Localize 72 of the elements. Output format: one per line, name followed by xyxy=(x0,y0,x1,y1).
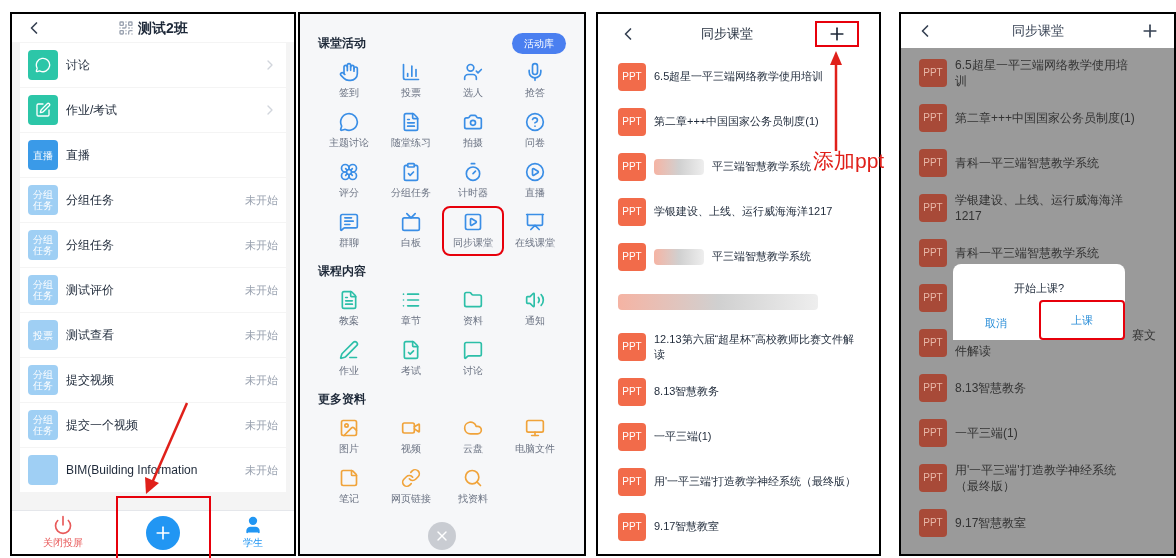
row-label: 测试查看 xyxy=(66,327,115,344)
screen-title: 同步课堂 xyxy=(699,25,754,44)
file-name: 平三端智慧教学系统 xyxy=(712,159,811,174)
file-name: 青科一平三端智慧教学系统 xyxy=(955,244,1100,261)
ppt-badge: PPT xyxy=(618,467,646,496)
section-title: 课程内容 xyxy=(318,263,366,280)
ppt-badge: PPT xyxy=(618,152,646,181)
ppt-badge: PPT xyxy=(618,377,646,406)
type-badge: 分组任务 xyxy=(28,365,58,395)
row-label: 测试评价 xyxy=(66,282,115,299)
ppt-badge: PPT xyxy=(919,373,947,402)
file-name: 6.5超星一平三端网络教学使用培训 xyxy=(654,69,824,84)
file-name: 第二章+++中国国家公务员制度(1) xyxy=(654,114,819,129)
ppt-badge: PPT xyxy=(618,422,646,451)
type-badge: 分组任务 xyxy=(28,185,58,215)
ppt-badge: PPT xyxy=(618,512,646,541)
ppt-badge: PPT xyxy=(919,508,947,537)
type-badge: 分组任务 xyxy=(28,230,58,260)
file-name: 青科一平三端智慧教学系统 xyxy=(955,154,1100,171)
file-name: 学银建设、上线、运行威海海洋1217 xyxy=(955,191,1124,224)
screen-title: 测试2班 xyxy=(138,18,188,38)
type-badge: 分组任务 xyxy=(28,275,58,305)
type-badge: 分组任务 xyxy=(28,410,58,440)
status-text: 未开始 xyxy=(245,237,278,253)
section-title: 课堂活动 xyxy=(318,35,366,52)
file-name: 8.13智慧教务 xyxy=(955,379,1028,396)
ppt-badge: PPT xyxy=(618,332,646,361)
status-text: 未开始 xyxy=(245,327,278,343)
row-label: 讨论 xyxy=(66,57,91,74)
section-title: 更多资料 xyxy=(318,391,366,408)
status-text: 未开始 xyxy=(245,192,278,208)
file-name: 一平三端(1) xyxy=(955,424,1019,441)
ppt-badge: PPT xyxy=(618,242,646,271)
dialog-message: 开始上课? xyxy=(1012,281,1066,296)
ppt-badge: PPT xyxy=(919,238,947,267)
ppt-badge: PPT xyxy=(919,328,947,357)
ppt-badge: PPT xyxy=(919,283,947,312)
row-label: 提交一个视频 xyxy=(66,417,139,434)
ppt-badge: PPT xyxy=(919,58,947,87)
file-name: 平三端智慧教学系统 xyxy=(712,249,811,264)
row-label: 作业/考试 xyxy=(66,102,119,119)
file-name: 12.13第六届“超星杯”高校教师比赛文件解读 xyxy=(654,331,855,362)
ppt-badge: PPT xyxy=(618,62,646,91)
ppt-badge: PPT xyxy=(919,148,947,177)
status-text: 未开始 xyxy=(245,282,278,298)
file-name: 一平三端(1) xyxy=(654,429,712,444)
screen-title: 同步课堂 xyxy=(1010,22,1065,41)
status-text: 未开始 xyxy=(245,417,278,433)
type-badge: 直播 xyxy=(28,140,58,170)
ppt-badge: PPT xyxy=(618,107,646,136)
row-label: 分组任务 xyxy=(66,237,115,254)
ppt-badge: PPT xyxy=(919,103,947,132)
file-name: 8.13智慧教务 xyxy=(654,384,720,399)
ppt-badge: PPT xyxy=(919,193,947,222)
status-text: 未开始 xyxy=(245,372,278,388)
status-text: 未开始 xyxy=(245,462,278,478)
row-label: 分组任务 xyxy=(66,192,115,209)
file-name: 学银建设、上线、运行威海海洋1217 xyxy=(654,204,833,219)
file-name: 9.17智慧教室 xyxy=(654,519,720,534)
file-name: 9.17智慧教室 xyxy=(955,514,1028,531)
type-badge: 投票 xyxy=(28,320,58,350)
file-name: 赛文 xyxy=(1132,326,1156,343)
ppt-badge: PPT xyxy=(618,197,646,226)
row-label: 直播 xyxy=(66,147,91,164)
file-name: 第二章+++中国国家公务员制度(1) xyxy=(955,109,1136,126)
ppt-badge: PPT xyxy=(919,418,947,447)
file-name: 件解读 xyxy=(955,342,992,359)
file-name: 6.5超星一平三端网络教学使用培训 xyxy=(955,56,1129,89)
ppt-badge: PPT xyxy=(919,463,947,492)
file-name: 用'一平三端'打造教学神经系统（最终版） xyxy=(654,474,857,489)
file-name: 用'一平三端'打造教学神经系统（最终版） xyxy=(955,461,1117,494)
row-label: 提交视频 xyxy=(66,372,115,389)
